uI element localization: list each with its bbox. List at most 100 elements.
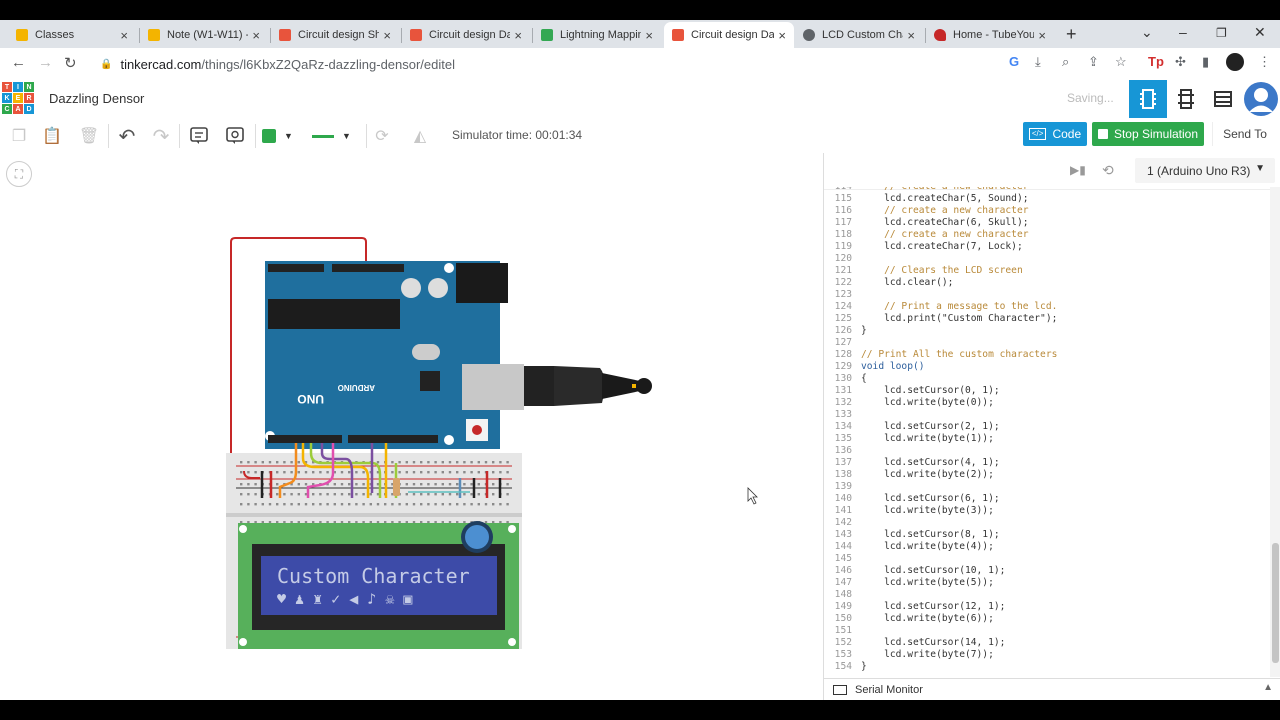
minimize-icon[interactable]: – bbox=[1179, 24, 1187, 40]
close-icon[interactable]: × bbox=[120, 28, 128, 43]
code-line[interactable]: 152 lcd.setCursor(14, 1); bbox=[824, 637, 1269, 649]
code-line[interactable]: 141 lcd.write(byte(3)); bbox=[824, 505, 1269, 517]
close-icon[interactable]: × bbox=[778, 28, 786, 43]
tinkercad-logo[interactable]: T I N K E R C A D bbox=[2, 82, 34, 114]
sidepanel-icon[interactable]: ▮ bbox=[1202, 54, 1209, 70]
profile-avatar-icon[interactable] bbox=[1226, 53, 1244, 71]
code-button[interactable]: </> Code bbox=[1023, 122, 1087, 146]
arduino-board[interactable]: ARDUINO UNO bbox=[265, 261, 524, 449]
code-line[interactable]: 138 lcd.write(byte(2)); bbox=[824, 469, 1269, 481]
debug-icon[interactable]: ⟲ bbox=[1102, 162, 1114, 179]
extension-tp-icon[interactable]: Tp bbox=[1148, 54, 1164, 69]
forward-arrow-icon[interactable]: → bbox=[38, 54, 53, 71]
code-line[interactable]: 130 { bbox=[824, 373, 1269, 385]
scrollbar-thumb[interactable] bbox=[1272, 543, 1279, 663]
install-icon[interactable]: ⤓ bbox=[1035, 54, 1041, 70]
paste-icon[interactable]: 📋 bbox=[40, 124, 64, 148]
tab-search-chevron-icon[interactable]: ⌄ bbox=[1141, 24, 1153, 41]
browser-tab[interactable]: LCD Custom Char × bbox=[795, 22, 923, 48]
browser-tab[interactable]: Circuit design Sh × bbox=[271, 22, 399, 48]
close-icon[interactable]: × bbox=[1038, 28, 1046, 43]
code-scrollbar[interactable] bbox=[1270, 187, 1280, 677]
usb-cable[interactable] bbox=[524, 366, 652, 406]
browser-tab[interactable]: Classes × bbox=[8, 22, 136, 48]
code-editor[interactable]: 114 // create a new character115 lcd.cre… bbox=[824, 187, 1269, 677]
schematic-view-button[interactable] bbox=[1167, 80, 1205, 118]
circuit-view-button[interactable] bbox=[1129, 80, 1167, 118]
rotate-icon[interactable]: ⟳ bbox=[370, 124, 394, 148]
code-line[interactable]: 144 lcd.write(byte(4)); bbox=[824, 541, 1269, 553]
code-line[interactable]: 154} bbox=[824, 661, 1269, 673]
delete-icon[interactable]: 🗑 bbox=[77, 124, 101, 148]
close-icon[interactable]: × bbox=[383, 28, 391, 43]
code-line[interactable]: 119 lcd.createChar(7, Lock); bbox=[824, 241, 1269, 253]
window-close-icon[interactable]: ✕ bbox=[1254, 24, 1266, 41]
code-line[interactable]: 125 lcd.print("Custom Character"); bbox=[824, 313, 1269, 325]
code-line[interactable]: 124 // Print a message to the lcd. bbox=[824, 301, 1269, 313]
notes-visibility-icon[interactable] bbox=[223, 124, 247, 148]
code-line[interactable]: 128 // Print All the custom characters bbox=[824, 349, 1269, 361]
code-line[interactable]: 149 lcd.setCursor(12, 1); bbox=[824, 601, 1269, 613]
close-icon[interactable]: × bbox=[645, 28, 653, 43]
redo-icon[interactable]: ↷ bbox=[149, 124, 173, 148]
flip-icon[interactable]: ◭ bbox=[408, 124, 432, 148]
google-icon[interactable]: G bbox=[1009, 54, 1019, 69]
code-line[interactable]: 123 bbox=[824, 289, 1269, 301]
extensions-puzzle-icon[interactable]: ✣ bbox=[1175, 54, 1186, 70]
code-line[interactable]: 137 lcd.setCursor(4, 1); bbox=[824, 457, 1269, 469]
chevron-up-icon[interactable]: ▲ bbox=[1263, 682, 1273, 693]
serial-monitor-bar[interactable]: Serial Monitor ▲ bbox=[824, 678, 1280, 701]
circuit-canvas[interactable]: ⛶ ARDUINO UNO Custom Character ♥ ♟ ♜ ✓ ◀… bbox=[0, 153, 823, 700]
code-line[interactable]: 135 lcd.write(byte(1)); bbox=[824, 433, 1269, 445]
code-line[interactable]: 146 lcd.setCursor(10, 1); bbox=[824, 565, 1269, 577]
code-line[interactable]: 142 bbox=[824, 517, 1269, 529]
code-line[interactable]: 120 bbox=[824, 253, 1269, 265]
code-line[interactable]: 148 bbox=[824, 589, 1269, 601]
browser-tab[interactable]: Note (W1-W11) - × bbox=[140, 22, 268, 48]
code-line[interactable]: 151 bbox=[824, 625, 1269, 637]
zoom-icon[interactable]: ⌕ bbox=[1062, 54, 1069, 70]
wire-type-picker[interactable]: ▼ bbox=[312, 126, 362, 146]
code-line[interactable]: 121 // Clears the LCD screen bbox=[824, 265, 1269, 277]
code-line[interactable]: 134 lcd.setCursor(2, 1); bbox=[824, 421, 1269, 433]
code-line[interactable]: 127 bbox=[824, 337, 1269, 349]
code-line[interactable]: 139 bbox=[824, 481, 1269, 493]
project-name[interactable]: Dazzling Densor bbox=[49, 91, 144, 106]
code-line[interactable]: 131 lcd.setCursor(0, 1); bbox=[824, 385, 1269, 397]
code-line[interactable]: 117 lcd.createChar(6, Skull); bbox=[824, 217, 1269, 229]
browser-tab-active[interactable]: Circuit design Da × bbox=[664, 22, 794, 48]
close-icon[interactable]: × bbox=[907, 28, 915, 43]
code-line[interactable]: 143 lcd.setCursor(8, 1); bbox=[824, 529, 1269, 541]
maximize-icon[interactable]: ❐ bbox=[1216, 26, 1227, 40]
close-icon[interactable]: × bbox=[252, 28, 260, 43]
lcd-module[interactable]: Custom Character ♥ ♟ ♜ ✓ ◀ ♪ ☠ ▣ bbox=[238, 521, 519, 649]
browser-tab[interactable]: Circuit design Da × bbox=[402, 22, 530, 48]
code-line[interactable]: 140 lcd.setCursor(6, 1); bbox=[824, 493, 1269, 505]
code-line[interactable]: 133 bbox=[824, 409, 1269, 421]
bookmark-star-icon[interactable]: ☆ bbox=[1115, 54, 1127, 70]
code-line[interactable]: 126} bbox=[824, 325, 1269, 337]
code-line[interactable]: 122 lcd.clear(); bbox=[824, 277, 1269, 289]
code-line[interactable]: 115 lcd.createChar(5, Sound); bbox=[824, 193, 1269, 205]
url-field[interactable]: 🔒 tinkercad.com/things/l6KbxZ2QaRz-dazzl… bbox=[90, 52, 1000, 76]
code-line[interactable]: 132 lcd.write(byte(0)); bbox=[824, 397, 1269, 409]
copy-icon[interactable]: ❐ bbox=[7, 124, 31, 148]
close-icon[interactable]: × bbox=[514, 28, 522, 43]
browser-tab[interactable]: Home - TubeYou × bbox=[926, 22, 1054, 48]
back-arrow-icon[interactable]: ← bbox=[11, 54, 26, 71]
notes-icon[interactable] bbox=[187, 124, 211, 148]
device-selector[interactable]: 1 (Arduino Uno R3) ▼ bbox=[1135, 158, 1275, 183]
code-line[interactable]: 150 lcd.write(byte(6)); bbox=[824, 613, 1269, 625]
undo-icon[interactable]: ↶ bbox=[115, 124, 139, 148]
code-line[interactable]: 116 // create a new character bbox=[824, 205, 1269, 217]
share-icon[interactable]: ⇪ bbox=[1088, 54, 1099, 70]
browser-tab[interactable]: Lightning Mappin × bbox=[533, 22, 661, 48]
user-avatar[interactable] bbox=[1244, 82, 1278, 116]
code-line[interactable]: 136 bbox=[824, 445, 1269, 457]
send-to-button[interactable]: Send To bbox=[1212, 122, 1277, 146]
code-line[interactable]: 145 bbox=[824, 553, 1269, 565]
step-icon[interactable]: ▶▮ bbox=[1070, 163, 1086, 177]
code-line[interactable]: 147 lcd.write(byte(5)); bbox=[824, 577, 1269, 589]
new-tab-plus-icon[interactable]: + bbox=[1066, 24, 1077, 45]
stop-simulation-button[interactable]: Stop Simulation bbox=[1092, 122, 1204, 146]
